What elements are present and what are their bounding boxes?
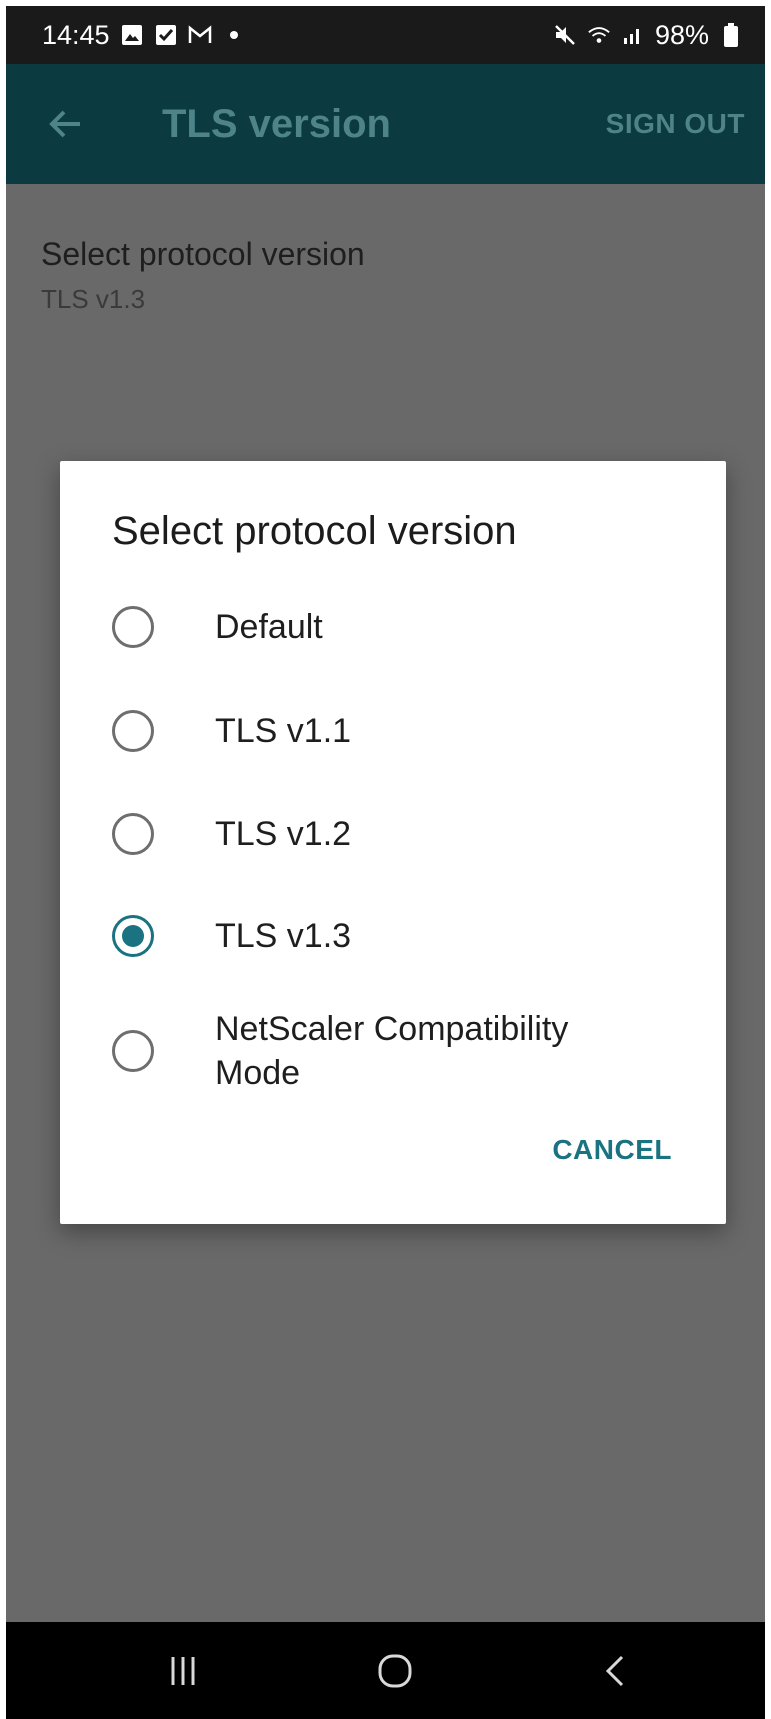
arrow-back-icon	[49, 110, 80, 138]
app-bar: TLS version SIGN OUT	[6, 64, 765, 184]
status-right: 98%	[553, 20, 743, 51]
page-title: TLS version	[162, 102, 391, 146]
home-icon	[378, 1654, 412, 1688]
radio-button[interactable]	[112, 606, 154, 648]
radio-button[interactable]	[112, 1030, 154, 1072]
back-button[interactable]	[42, 100, 90, 148]
dialog-title: Select protocol version	[112, 509, 517, 553]
sign-out-button[interactable]: SIGN OUT	[606, 64, 745, 184]
radio-button-checked[interactable]	[112, 915, 154, 957]
phone-screen: 14:45 98% TLS version SIGN OUT Select pr…	[0, 0, 771, 1719]
protocol-dialog: Select protocol version Default TLS v1.1…	[60, 461, 726, 1224]
option-label: TLS v1.3	[215, 917, 352, 955]
dot-icon	[229, 31, 238, 39]
cancel-button[interactable]: CANCEL	[548, 1126, 676, 1174]
battery-icon	[719, 23, 743, 47]
option-label: TLS v1.1	[215, 712, 352, 750]
preference-summary: TLS v1.3	[41, 284, 146, 314]
signal-icon	[621, 23, 645, 47]
wifi-icon	[587, 23, 611, 47]
recent-apps-icon	[171, 1657, 195, 1685]
option-tls-1-1[interactable]: TLS v1.1	[60, 681, 726, 781]
gallery-icon	[120, 23, 144, 47]
status-left: 14:45	[42, 20, 238, 51]
check-icon	[154, 23, 178, 47]
status-time: 14:45	[42, 19, 110, 50]
option-tls-1-2[interactable]: TLS v1.2	[60, 784, 726, 884]
back-icon	[605, 1655, 624, 1687]
radio-button[interactable]	[112, 813, 154, 855]
radio-button[interactable]	[112, 710, 154, 752]
battery-percent: 98%	[654, 19, 709, 50]
system-nav-bar	[6, 1622, 765, 1719]
option-label: NetScaler Compatibility Mode	[215, 1010, 569, 1092]
option-default[interactable]: Default	[60, 577, 726, 677]
recent-apps-button[interactable]	[158, 1646, 208, 1696]
status-bar: 14:45 98%	[6, 6, 765, 64]
home-button[interactable]	[370, 1646, 420, 1696]
option-label: Default	[215, 608, 323, 646]
option-tls-1-3[interactable]: TLS v1.3	[60, 886, 726, 986]
gmail-icon	[188, 23, 212, 47]
mute-icon	[553, 23, 577, 47]
option-netscaler-compat[interactable]: NetScaler Compatibility Mode	[60, 991, 726, 1111]
nav-back-button[interactable]	[591, 1646, 641, 1696]
option-label: TLS v1.2	[215, 815, 352, 853]
preference-title[interactable]: Select protocol version	[41, 236, 365, 273]
